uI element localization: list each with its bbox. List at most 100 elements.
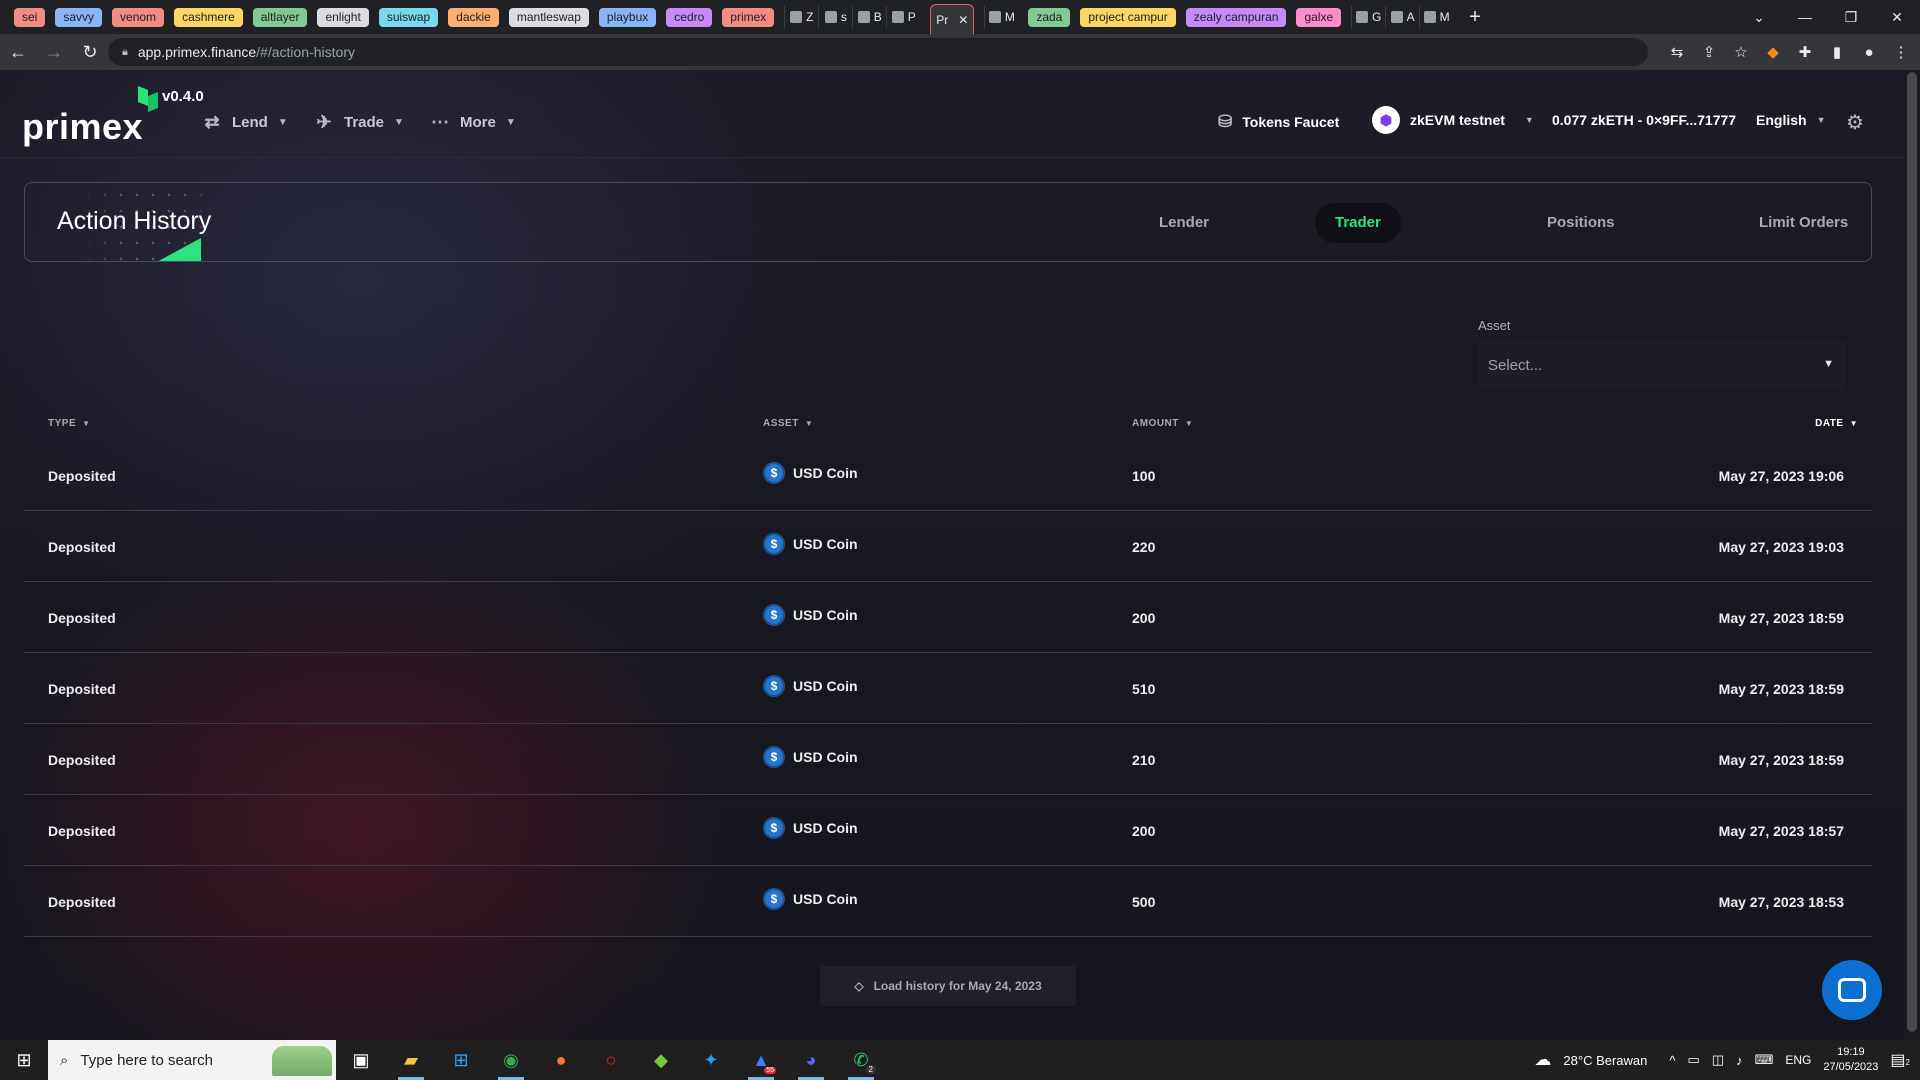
load-history-button[interactable]: ◇ Load history for May 24, 2023 [820, 966, 1076, 1006]
language-selector[interactable]: English ▼ [1756, 112, 1825, 128]
scrollbar-thumb[interactable] [1907, 72, 1917, 1032]
bookmark-star-icon[interactable]: ☆ [1732, 43, 1750, 61]
extensions-icon[interactable]: ✚ [1796, 43, 1814, 61]
browser-tab[interactable]: M [1419, 6, 1453, 28]
browser-tab-chip[interactable]: cedro [666, 7, 713, 27]
chevron-down-icon: ▼ [394, 117, 404, 128]
opera-icon[interactable]: ○ [586, 1040, 636, 1080]
browser-tab[interactable]: P [886, 6, 920, 28]
browser-tab-chip[interactable]: suiswap [378, 7, 439, 27]
browser-tab[interactable]: s [818, 6, 852, 28]
chevron-up-icon[interactable]: ^ [1669, 1053, 1675, 1068]
cell-amount: 200 [1132, 610, 1156, 626]
translate-icon[interactable]: ⇆ [1668, 43, 1686, 61]
browser-tab-chip[interactable]: savvy [55, 7, 103, 27]
browser-tab[interactable]: M [984, 6, 1018, 28]
browser-tab-chip[interactable]: sei [14, 7, 46, 27]
bluestacks-icon[interactable]: ◆ [636, 1040, 686, 1080]
tab-lender[interactable]: Lender [1139, 203, 1229, 243]
browser-tab-chip[interactable]: mantleswap [508, 7, 589, 27]
tab-limit-orders[interactable]: Limit Orders [1739, 203, 1868, 243]
forward-icon[interactable]: → [36, 42, 72, 63]
firefox-icon[interactable]: ● [536, 1040, 586, 1080]
network-tray-icon[interactable]: ◫ [1712, 1052, 1724, 1068]
discord-icon[interactable]: ◕ [786, 1040, 836, 1080]
task-view-icon[interactable]: ▣ [336, 1040, 386, 1080]
notifications-icon[interactable]: ▤2 [1890, 1050, 1910, 1070]
page-scrollbar[interactable] [1904, 70, 1920, 1040]
browser-tab-chip[interactable]: zealy campuran [1185, 7, 1287, 27]
network-selector[interactable]: ⬢ zkEVM testnet ▼ [1372, 106, 1534, 134]
url-bar[interactable]: 🔒︎ app.primex.finance/#/action-history [108, 38, 1648, 66]
cell-asset-label: USD Coin [793, 607, 858, 623]
browser-tab-chip[interactable]: venom [112, 7, 165, 27]
metamask-icon[interactable]: ◆ [1764, 43, 1782, 61]
close-window-icon[interactable]: ✕ [1874, 9, 1920, 26]
table-row: Deposited $ USD Coin 210 May 27, 2023 18:59 [24, 724, 1872, 795]
taskbar-search-box[interactable]: ⌕ Type here to search [48, 1040, 336, 1080]
browser-tab[interactable]: G [1351, 6, 1385, 28]
battery-icon[interactable]: ▭ [1687, 1052, 1699, 1068]
active-browser-tab[interactable]: Pr ✕ [930, 4, 975, 34]
speaker-icon[interactable]: ♪ [1736, 1053, 1743, 1068]
whatsapp-icon[interactable]: ✆ 2 [836, 1040, 886, 1080]
gear-icon[interactable]: ⚙ [1846, 110, 1864, 135]
browser-tab-chip[interactable]: enlight [317, 7, 369, 27]
browser-tab-label: P [907, 10, 916, 24]
wallet-button[interactable]: 0.077 zkETH - 0×9FF...71777 [1552, 112, 1736, 128]
chat-support-button[interactable] [1822, 960, 1882, 1020]
usd-coin-icon: $ [763, 604, 785, 626]
new-tab-icon[interactable]: + [1469, 6, 1481, 29]
profile-avatar-icon[interactable]: ● [1860, 44, 1878, 61]
column-header-amount[interactable]: AMOUNT ▼ [1132, 418, 1193, 429]
app-icon[interactable]: ▲ 55 [736, 1040, 786, 1080]
restore-icon[interactable]: ❐ [1828, 9, 1874, 26]
ms-store-icon[interactable]: ⊞ [436, 1040, 486, 1080]
tab-positions[interactable]: Positions [1527, 203, 1635, 243]
version-label: v0.4.0 [162, 88, 204, 105]
taskbar-clock[interactable]: 19:19 27/05/2023 [1823, 1045, 1878, 1075]
sort-caret-icon: ▼ [1184, 419, 1194, 428]
nav-trade[interactable]: ✈ Trade ▼ [314, 112, 404, 133]
browser-tab[interactable]: Z [784, 6, 818, 28]
nav-more[interactable]: ⋯ More ▼ [430, 112, 516, 133]
back-icon[interactable]: ← [0, 42, 36, 63]
reload-icon[interactable]: ↻ [72, 42, 108, 63]
browser-menu-icon[interactable]: ⋮ [1892, 43, 1910, 61]
browser-tab-chip[interactable]: dackie [448, 7, 499, 27]
windows-start-icon[interactable]: ⊞ [0, 1050, 48, 1071]
browser-tab[interactable]: A [1385, 6, 1419, 28]
sort-caret-icon: ▼ [804, 419, 814, 428]
twitter-icon[interactable]: ✦ [686, 1040, 736, 1080]
browser-tab-chip[interactable]: zada [1028, 7, 1071, 27]
column-header-asset[interactable]: ASSET ▼ [763, 418, 813, 429]
tab-search-icon[interactable]: ⌄ [1736, 9, 1782, 26]
browser-tab-chip[interactable]: playbux [598, 7, 657, 27]
cell-type: Deposited [48, 823, 116, 839]
browser-tab[interactable]: B [852, 6, 886, 28]
asset-select[interactable]: Select... ▼ [1478, 340, 1846, 390]
column-header-date[interactable]: DATE ▼ [1815, 418, 1858, 429]
close-tab-icon[interactable]: ✕ [958, 13, 968, 27]
file-explorer-icon[interactable]: ▰ [386, 1040, 436, 1080]
nav-lend[interactable]: ⇄ Lend ▼ [202, 112, 287, 133]
cell-type: Deposited [48, 610, 116, 626]
weather-label[interactable]: 28°C Berawan [1563, 1053, 1647, 1068]
input-language-label[interactable]: ENG [1785, 1053, 1811, 1067]
browser-tab-chip[interactable]: galxe [1296, 7, 1342, 27]
browser-tab-chip[interactable]: altlayer [252, 7, 308, 27]
browser-tab-chip[interactable]: project campur [1080, 7, 1176, 27]
share-icon[interactable]: ⇪ [1700, 43, 1718, 61]
tab-favicon-icon [1355, 11, 1368, 23]
side-panel-icon[interactable]: ▮ [1828, 43, 1846, 61]
column-header-type[interactable]: TYPE ▼ [48, 418, 91, 429]
minimize-icon[interactable]: — [1782, 9, 1828, 25]
primex-logo[interactable]: primex [22, 106, 143, 148]
chrome-icon[interactable]: ◉ [486, 1040, 536, 1080]
cell-asset-label: USD Coin [793, 465, 858, 481]
browser-tab-chip[interactable]: cashmere [174, 7, 243, 27]
browser-tab-chip[interactable]: primex [722, 7, 775, 27]
keyboard-icon[interactable]: ⌨ [1755, 1052, 1774, 1068]
tab-trader[interactable]: Trader [1315, 203, 1401, 243]
tokens-faucet-button[interactable]: ⛁ Tokens Faucet [1218, 112, 1339, 132]
